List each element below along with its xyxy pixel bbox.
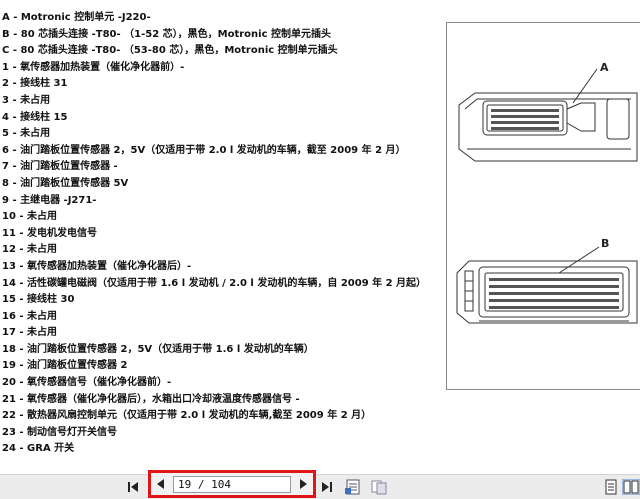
last-page-icon (322, 482, 332, 492)
doc-line: 15 - 接线柱 30 (2, 294, 75, 306)
connector-drawing (456, 68, 638, 324)
connector-b-label: B (601, 237, 610, 250)
connector-a-label: A (600, 61, 609, 74)
doc-line: 8 - 油门踏板位置传感器 5V (2, 177, 129, 189)
doc-line: 6 - 油门踏板位置传感器 2，5V（仅适用于带 2.0 l 发动机的车辆，截至… (2, 144, 406, 156)
doc-line: 21 - 氧传感器（催化净化器后），水箱出口冷却液温度传感器信号 - (2, 393, 300, 405)
doc-line: 18 - 油门踏板位置传感器 2，5V（仅适用于带 1.6 l 发动机的车辆） (2, 343, 314, 355)
doc-line: 17 - 未占用 (2, 327, 58, 339)
two-page-icon (621, 478, 640, 496)
prev-page-icon (157, 479, 164, 489)
doc-line: 14 - 活性碳罐电磁阀（仅适用于带 1.6 l 发动机 / 2.0 l 发动机… (2, 277, 427, 289)
first-page-icon (128, 482, 138, 492)
two-page-button[interactable] (621, 478, 640, 496)
doc-line: 20 - 氧传感器信号（催化净化器前）- (2, 377, 172, 389)
connector-figure: A B (446, 22, 640, 390)
doc-line: 24 - GRA 开关 (2, 443, 75, 455)
doc-line: 22 - 散热器风扇控制单元（仅适用于带 2.0 l 发动机的车辆,截至 200… (2, 410, 372, 422)
next-page-button[interactable] (296, 477, 310, 491)
document-text: A - Motronic 控制单元 -J220- B - 80 芯插头连接 -T… (2, 10, 434, 458)
doc-line: 11 - 发电机发电信号 (2, 227, 98, 239)
page-number-input[interactable]: 19 / 104 (173, 476, 291, 493)
doc-line: B - 80 芯插头连接 -T80- （1-52 芯），黑色，Motronic … (2, 28, 331, 40)
bottom-toolbar (0, 474, 640, 499)
next-page-icon (300, 479, 307, 489)
first-page-button[interactable] (126, 480, 140, 494)
doc-line: 1 - 氧传感器加热装置（催化净化器前）- (2, 61, 185, 73)
doc-line: 19 - 油门踏板位置传感器 2 (2, 360, 128, 372)
doc-line: 7 - 油门踏板位置传感器 - (2, 161, 118, 173)
doc-line: A - Motronic 控制单元 -J220- (2, 12, 151, 23)
prev-page-button[interactable] (154, 477, 168, 491)
doc-line: 5 - 未占用 (2, 128, 51, 140)
page-view-icon (345, 479, 360, 495)
doc-line: C - 80 芯插头连接 -T80- （53-80 芯），黑色，Motronic… (2, 45, 338, 57)
doc-line: 12 - 未占用 (2, 244, 58, 256)
doc-line: 3 - 未占用 (2, 94, 51, 106)
doc-line: 10 - 未占用 (2, 211, 58, 223)
doc-line: 9 - 主继电器 -J271- (2, 194, 97, 206)
doc-line: 16 - 未占用 (2, 310, 58, 322)
page-layout-icon (371, 480, 387, 495)
doc-line: 2 - 接线柱 31 (2, 78, 68, 90)
single-page-button[interactable] (602, 479, 620, 495)
page-layout-button[interactable] (370, 479, 388, 495)
page-view-button[interactable] (344, 479, 362, 495)
doc-line: 13 - 氧传感器加热装置（催化净化器后）- (2, 260, 192, 272)
single-page-icon (605, 479, 617, 495)
doc-line: 23 - 制动信号灯开关信号 (2, 426, 118, 438)
doc-line: 4 - 接线柱 15 (2, 111, 68, 123)
last-page-button[interactable] (320, 480, 334, 494)
page-navigator: 19 / 104 (148, 470, 316, 498)
